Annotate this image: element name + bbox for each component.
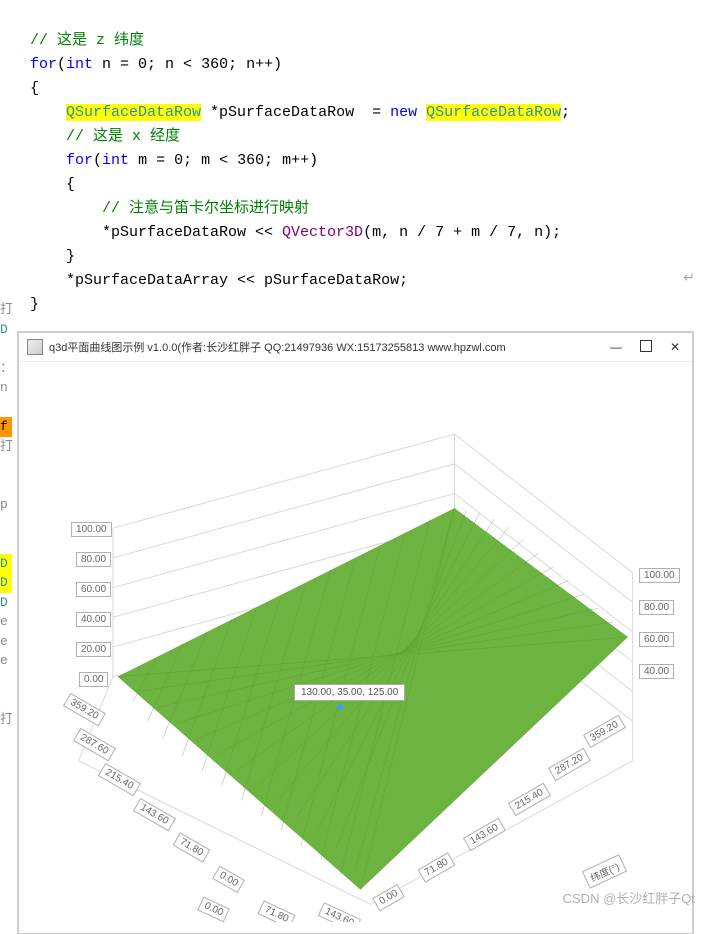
window-controls: — ✕: [610, 340, 680, 354]
row-push: *pSurfaceDataRow <<: [102, 224, 282, 241]
y-tick: 40.00: [76, 612, 111, 627]
close-button[interactable]: ✕: [670, 340, 680, 354]
gutter-strip: 打D ：n f打 p DDD eee 打: [0, 300, 12, 729]
keyword-new: new: [390, 104, 417, 121]
3d-chart[interactable]: 100.00 80.00 60.00 40.00 20.00 0.00 100.…: [19, 362, 692, 922]
semicolon: ;: [561, 104, 570, 121]
vector-args: (m, n / 7 + m / 7, n);: [363, 224, 561, 241]
y-tick: 20.00: [76, 642, 111, 657]
y-tick-right: 40.00: [639, 664, 674, 679]
y-tick-right: 80.00: [639, 600, 674, 615]
class-qsurfacedatarow: QSurfaceDataRow: [426, 104, 561, 121]
comment-line: // 注意与笛卡尔坐标进行映射: [102, 200, 309, 217]
class-qvector3d: QVector3D: [282, 224, 363, 241]
type-int: int: [66, 56, 93, 73]
tooltip-marker: [337, 704, 343, 710]
y-tick: 80.00: [76, 552, 111, 567]
ptr-decl: *pSurfaceDataRow =: [201, 104, 390, 121]
maximize-button[interactable]: [640, 340, 652, 352]
type-int: int: [102, 152, 129, 169]
window-title: q3d平面曲线图示例 v1.0.0(作者:长沙红胖子 QQ:21497936 W…: [49, 339, 610, 355]
app-icon: [27, 339, 43, 355]
y-tick-right: 60.00: [639, 632, 674, 647]
y-tick: 100.00: [71, 522, 112, 537]
y-tick: 60.00: [76, 582, 111, 597]
class-qsurfacedatarow: QSurfaceDataRow: [66, 104, 201, 121]
comment-line: // 这是 x 经度: [66, 128, 180, 145]
minimize-button[interactable]: —: [610, 340, 622, 354]
keyword-for: for: [66, 152, 93, 169]
line-break-marker: ↵: [683, 270, 695, 287]
keyword-for: for: [30, 56, 57, 73]
chart-svg: [19, 362, 692, 922]
code-block: // 这是 z 纬度 for(int n = 0; n < 360; n++) …: [0, 0, 703, 322]
app-window: q3d平面曲线图示例 v1.0.0(作者:长沙红胖子 QQ:21497936 W…: [18, 332, 693, 934]
for-params: n = 0; n < 360; n++): [93, 56, 282, 73]
comment-line: // 这是 z 纬度: [30, 32, 144, 49]
for-params: m = 0; m < 360; m++): [129, 152, 318, 169]
y-tick-right: 100.00: [639, 568, 680, 583]
array-push: *pSurfaceDataArray << pSurfaceDataRow;: [66, 272, 408, 289]
y-tick: 0.00: [79, 672, 108, 687]
titlebar[interactable]: q3d平面曲线图示例 v1.0.0(作者:长沙红胖子 QQ:21497936 W…: [19, 333, 692, 362]
data-tooltip: 130.00, 35.00, 125.00: [294, 684, 405, 701]
